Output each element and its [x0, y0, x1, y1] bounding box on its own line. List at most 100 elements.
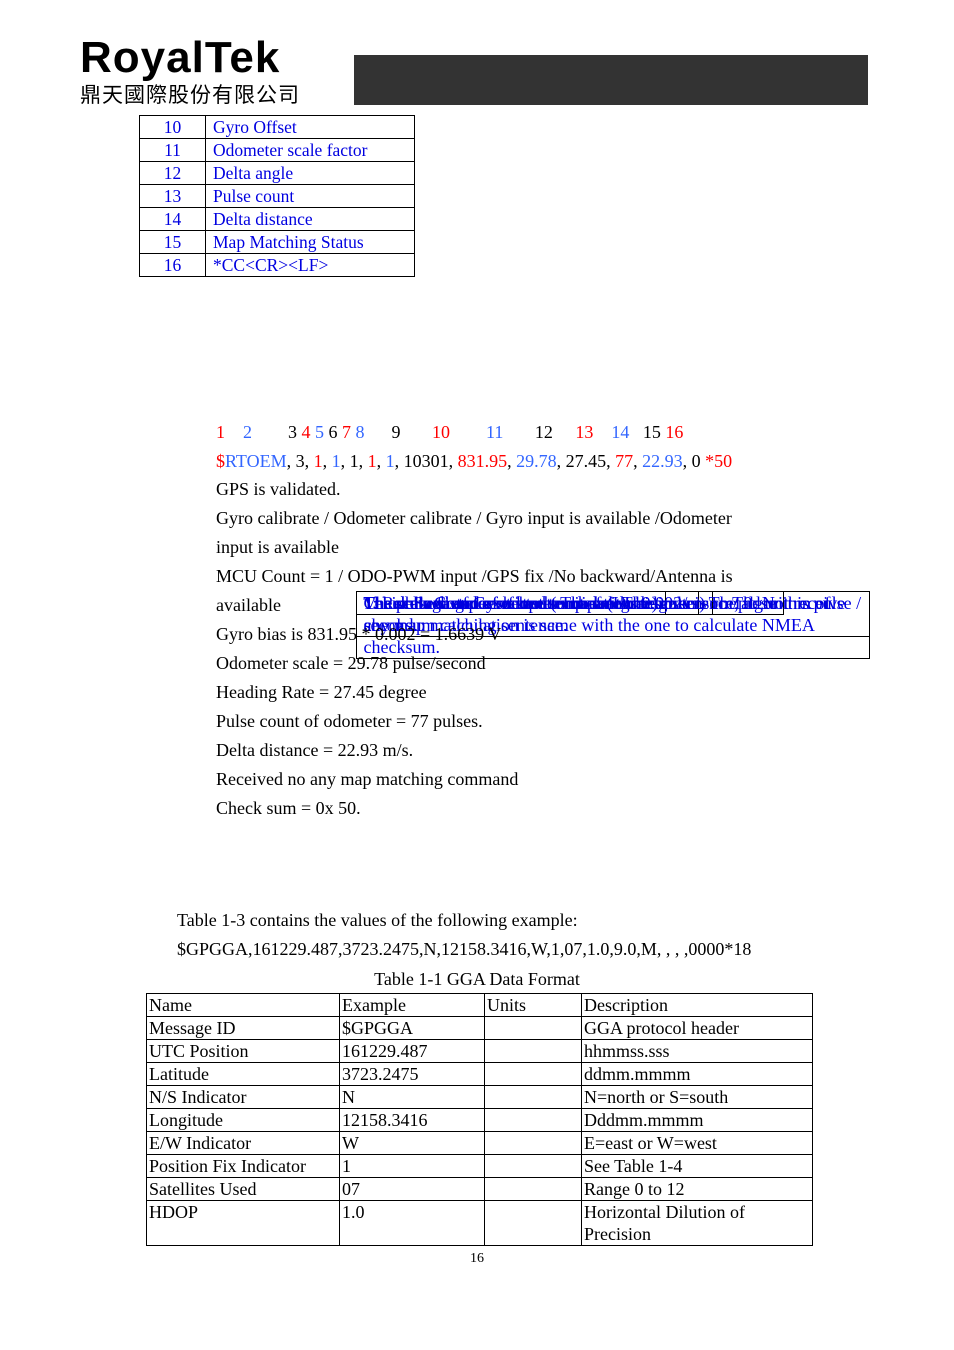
field-number: 15: [139, 230, 206, 254]
table-cell: [484, 1154, 582, 1178]
sentence-field: 29.78: [516, 451, 557, 471]
table-header-row: Name Example Units Description: [146, 993, 813, 1017]
table-cell: E/W Indicator: [146, 1131, 340, 1155]
table-row: 16 *CC<CR><LF> Check Sum and sentence term…: [139, 253, 870, 659]
table-row: E/W Indicator W E=east or W=west: [146, 1131, 813, 1155]
field-number: 11: [139, 138, 206, 162]
table-cell: N=north or S=south: [581, 1085, 813, 1109]
field-index: 3: [288, 422, 297, 442]
table-row: N/S Indicator N N=north or S=south: [146, 1085, 813, 1109]
table-row: Longitude 12158.3416 Dddmm.mmmm: [146, 1108, 813, 1132]
table-cell: [484, 1200, 582, 1246]
field-index-line: 1 2 3 4 5 6 7 8 9 10 11 12 13 14 15 16: [216, 418, 732, 447]
table-cell: [484, 1085, 582, 1109]
sentence-field: 1: [385, 451, 395, 471]
field-index: 1: [216, 422, 225, 442]
table-cell: N: [339, 1085, 485, 1109]
explanation-line: Gyro bias is 831.95 * 0.002 = 1.6639 V: [216, 624, 502, 644]
table-cell: 1.0: [339, 1200, 485, 1246]
field-index: 6: [328, 422, 338, 442]
header-bar: [354, 55, 868, 105]
table-row: 11 Odometer scale factor The scale factor …: [139, 138, 870, 615]
table-cell: [484, 1108, 582, 1132]
field-name: Odometer scale factor: [205, 138, 415, 162]
field-index: 12: [534, 422, 553, 442]
table-cell: 07: [339, 1177, 485, 1201]
field-name: Delta distance: [205, 207, 415, 231]
sentence-field: 1: [367, 451, 377, 471]
page-number: 16: [470, 1251, 484, 1266]
field-index: 9: [391, 422, 401, 442]
intro-text: Table 1-3 contains the values of the fol…: [177, 910, 578, 930]
table-cell: ddmm.mmmm: [581, 1062, 813, 1086]
sentence-field: 3: [295, 451, 305, 471]
field-name: Map Matching Status: [205, 230, 415, 254]
column-header: Description: [581, 993, 813, 1017]
table-row: UTC Position 161229.487 hhmmss.sss: [146, 1039, 813, 1063]
table-cell: 12158.3416: [339, 1108, 485, 1132]
table-cell: [484, 1177, 582, 1201]
table-row: Satellites Used 07 Range 0 to 12: [146, 1177, 813, 1201]
sentence-field: 1: [331, 451, 341, 471]
table-cell: 3723.2475: [339, 1062, 485, 1086]
table-cell: Range 0 to 12: [581, 1177, 813, 1201]
field-index: 10: [432, 422, 450, 442]
column-header: Name: [146, 993, 340, 1017]
sentence-field: 27.45: [565, 451, 607, 471]
table-cell: Latitude: [146, 1062, 340, 1086]
table-cell: Horizontal Dilution of Precision: [581, 1200, 813, 1246]
field-index: 14: [611, 422, 630, 442]
column-header: Example: [339, 993, 485, 1017]
table-row: 15 Map Matching Status 1: Received and exe…: [139, 230, 870, 637]
sentence-field: 1: [313, 451, 323, 471]
logo-text: RoyalTek: [80, 33, 281, 82]
explanation-line: MCU Count = 1 / ODO-PWM input /GPS fix /…: [216, 566, 733, 586]
sentence-dollar: $: [216, 451, 225, 471]
field-index: 2: [243, 422, 252, 442]
table-caption: Table 1-1 GGA Data Format: [374, 969, 580, 989]
field-index: 5: [315, 422, 324, 442]
field-index: 8: [355, 422, 365, 442]
sentence-field: 1: [349, 451, 359, 471]
table-cell: 161229.487: [339, 1039, 485, 1063]
company-logo: RoyalTek 鼎天國際股份有限公司: [80, 36, 300, 108]
logo-subtext: 鼎天國際股份有限公司: [80, 83, 300, 107]
table-cell: Position Fix Indicator: [146, 1154, 340, 1178]
table-row: 12 Delta angle Vehicle’s Cog per second (u…: [139, 161, 870, 615]
explanation-line: Gyro calibrate / Odometer calibrate / Gy…: [216, 508, 732, 528]
field-name: Delta angle: [205, 161, 415, 185]
table-cell: 1: [339, 1154, 485, 1178]
field-index: 4: [301, 422, 311, 442]
table-cell: Satellites Used: [146, 1177, 340, 1201]
explanation-line: available: [216, 595, 281, 615]
explanation-line: Delta distance = 22.93 m/s.: [216, 740, 414, 760]
table-row: Message ID $GPGGA GGA protocol header: [146, 1016, 813, 1040]
field-explanation: GPS is validated. Gyro calibrate / Odomet…: [216, 475, 733, 823]
field-number: 12: [139, 161, 206, 185]
field-number: 14: [139, 207, 206, 231]
table-row: 14 Delta distance The delta distance of la…: [139, 207, 870, 615]
example-sentence: 1 2 3 4 5 6 7 8 9 10 11 12 13 14 15 16 $…: [216, 418, 732, 476]
table-cell: See Table 1-4: [581, 1154, 813, 1178]
table-row: Latitude 3723.2475 ddmm.mmmm: [146, 1062, 813, 1086]
field-name: Gyro Offset: [205, 115, 415, 139]
sentence-line: $RTOEM, 3, 1, 1, 1, 1, 1, 10301, 831.95,…: [216, 451, 733, 471]
sentence-field: 0: [691, 451, 701, 471]
table-row: HDOP 1.0 Horizontal Dilution of Precision: [146, 1200, 813, 1246]
field-number: 10: [139, 115, 206, 139]
table-cell: GGA protocol header: [581, 1016, 813, 1040]
sentence-field: 10301: [403, 451, 449, 471]
sentence-field: 77: [615, 451, 634, 471]
table-cell: UTC Position: [146, 1039, 340, 1063]
explanation-line: GPS is validated.: [216, 479, 341, 499]
sentence-checksum: *50: [705, 451, 733, 471]
table-row: 10 Gyro Offset The voltage of Gyro input. …: [139, 115, 870, 615]
sentence-id: RTOEM: [225, 451, 287, 471]
table-row: 13 Pulse count The pulse count of last sec…: [139, 184, 870, 637]
field-index: 7: [342, 422, 351, 442]
explanation-line: Received no any map matching command: [216, 769, 519, 789]
gga-data-table: Name Example Units Description Message ID $GP…: [146, 993, 813, 1246]
gga-example-sentence: $GPGGA,161229.487,3723.2475,N,12158.3416…: [177, 939, 752, 959]
field-number: 16: [139, 253, 206, 277]
table-cell: HDOP: [146, 1200, 340, 1246]
